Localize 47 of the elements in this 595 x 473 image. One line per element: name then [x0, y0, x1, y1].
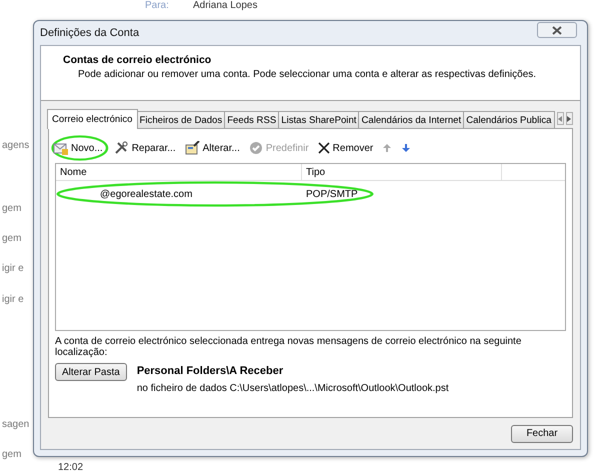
field-label: Para:	[145, 0, 169, 11]
message-snippet: gem	[2, 233, 22, 244]
account-row[interactable]: @egorealestate.com POP/SMTP	[56, 185, 565, 203]
scroll-left-button[interactable]	[556, 112, 564, 125]
message-snippet: gem	[2, 449, 22, 460]
delivery-description: A conta de correio electrónico seleccionada entrega novas mensagens de correio electrónico na seguinte localização:	[55, 336, 522, 358]
data-file-path: no ficheiro de dados C:\Users\atlopes\...\Microsoft\Outlook\Outlook.pst	[136, 383, 449, 394]
tab[interactable]: Ficheiros de Dados	[136, 111, 226, 128]
scroll-right-button[interactable]	[566, 112, 573, 125]
column-header[interactable]: Nome	[56, 164, 302, 180]
delete-icon	[318, 142, 330, 154]
down-arrow-icon	[401, 143, 412, 153]
close-button[interactable]	[537, 22, 577, 38]
toolbar-button[interactable]: Alterar...	[184, 141, 240, 155]
message-snippet: gem	[2, 203, 22, 214]
account-type: POP/SMTP	[305, 188, 359, 200]
message-snippet: agens	[2, 140, 30, 151]
message-snippet: sagen	[2, 419, 30, 430]
message-snippet: igir e	[2, 263, 24, 274]
close-dialog-button[interactable]: Fechar	[511, 424, 573, 442]
move-down-button[interactable]	[401, 143, 412, 153]
window-title: Definições da Conta	[40, 27, 140, 39]
tools-icon	[114, 141, 129, 155]
right-arrow-icon	[567, 116, 572, 122]
account-name: @egorealestate.com	[99, 188, 194, 200]
message-time: 12:02	[58, 462, 84, 473]
toolbar-button[interactable]: Reparar...	[114, 141, 176, 155]
checkmark-icon	[248, 141, 263, 155]
envelope-icon	[53, 141, 68, 155]
left-arrow-icon	[558, 116, 562, 122]
change-folder-button[interactable]: Alterar Pasta	[55, 363, 127, 381]
toolbar-button[interactable]: Remover	[318, 142, 374, 154]
up-arrow-icon	[382, 143, 392, 153]
edit-card-icon	[184, 141, 200, 155]
recipient-name: Adriana Lopes	[193, 0, 258, 11]
tab[interactable]: Calendários da Internet	[358, 111, 464, 128]
tab[interactable]: Feeds RSS	[224, 111, 280, 128]
folder-path: Personal Folders\A Receber	[136, 365, 284, 377]
tab[interactable]: Calendários Publica	[463, 111, 555, 128]
section-description: Pode adicionar ou remover uma conta. Pode seleccionar uma conta e alterar as respectivas definições.	[78, 69, 538, 80]
close-icon	[552, 26, 562, 34]
highlight-ellipse	[51, 135, 109, 161]
tab[interactable]: Listas SharePoint	[278, 111, 360, 128]
column-header[interactable]: Tipo	[302, 164, 502, 180]
section-title: Contas de correio electrónico	[63, 54, 212, 66]
tab[interactable]: Correio electrónico	[47, 109, 138, 129]
message-snippet: igir e	[2, 294, 24, 305]
